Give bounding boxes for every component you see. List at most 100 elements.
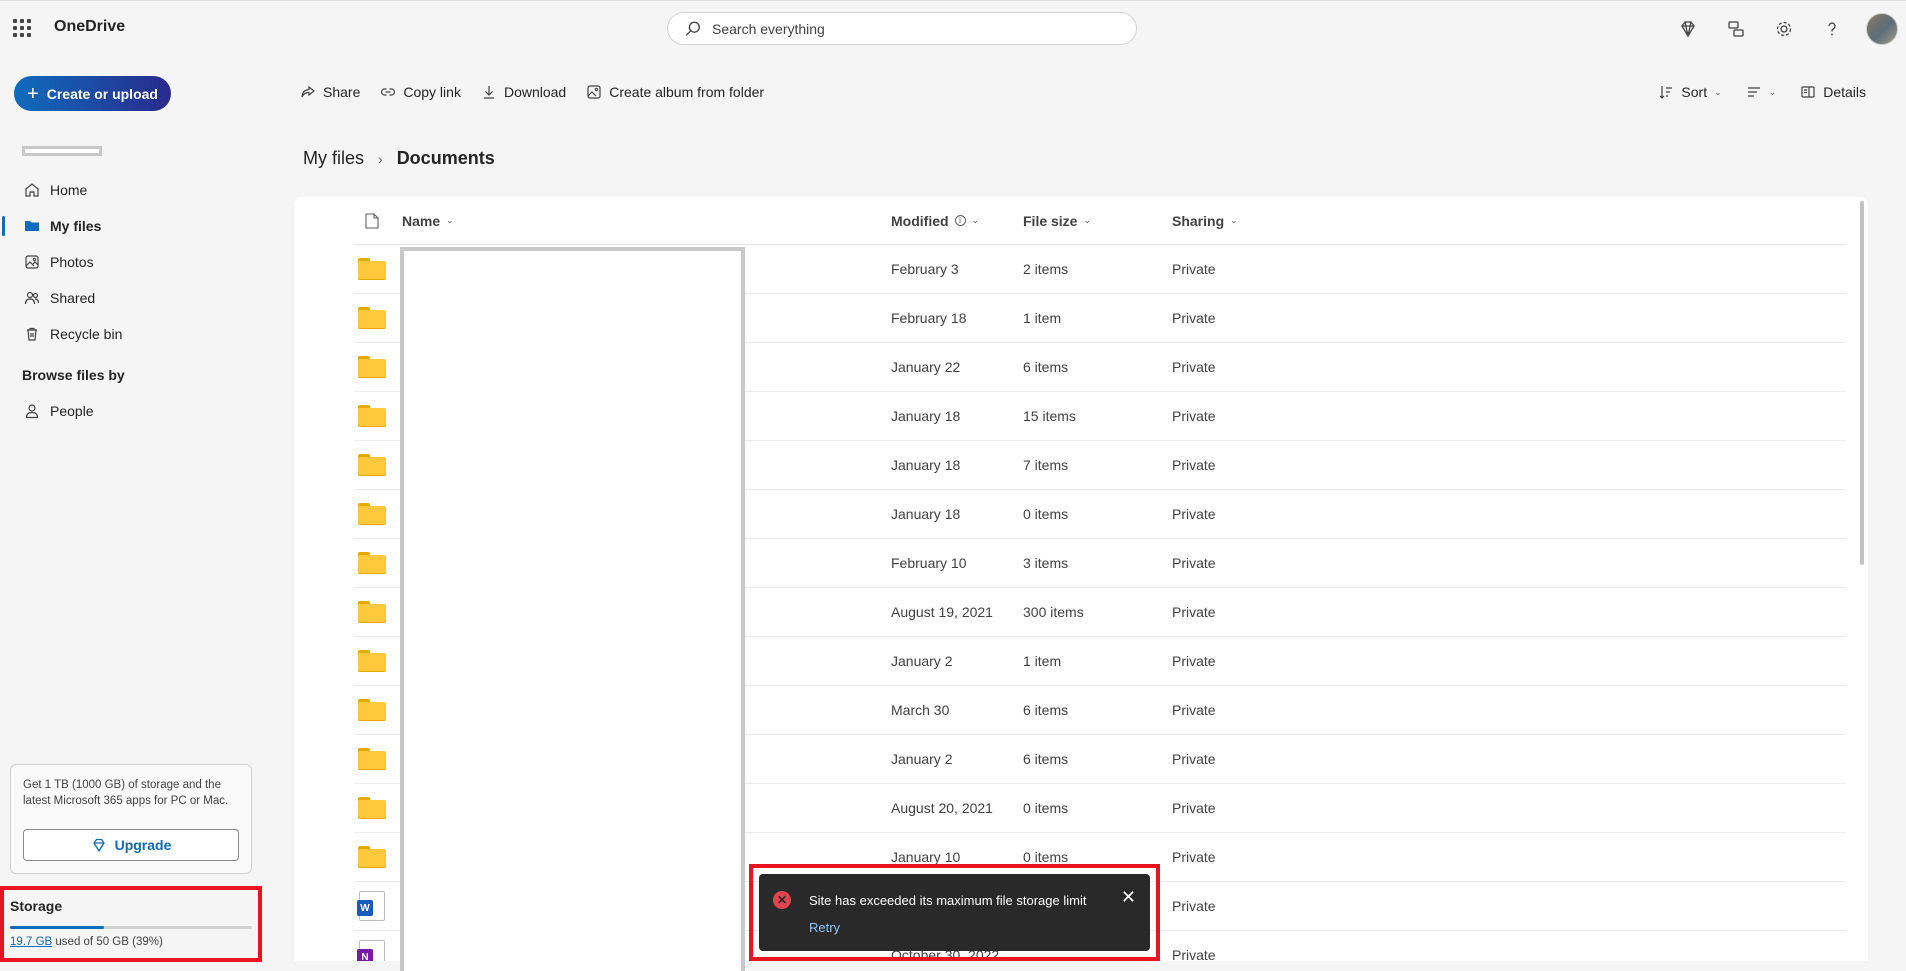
copy-link-button[interactable]: Copy link (380, 84, 461, 100)
file-size-cell: 0 items (1023, 506, 1069, 522)
modified-cell: March 30 (891, 702, 950, 718)
modified-cell: January 2 (891, 751, 953, 767)
sharing-cell: Private (1172, 261, 1216, 277)
nav-item-my-files[interactable]: My files (0, 208, 270, 244)
app-title[interactable]: OneDrive (54, 18, 125, 36)
modified-cell: August 19, 2021 (891, 604, 993, 620)
file-type-column-header[interactable] (354, 212, 390, 229)
share-icon (301, 85, 315, 98)
retry-link[interactable]: Retry (809, 920, 840, 935)
nav-item-people[interactable]: People (0, 393, 270, 429)
view-options-button[interactable]: ⌄ (1746, 84, 1776, 100)
name-column-header[interactable]: Name ⌄ (402, 213, 454, 229)
list-scrollbar[interactable] (1860, 201, 1864, 565)
search-input[interactable] (712, 20, 1112, 37)
modified-cell: January 18 (891, 506, 961, 522)
sharing-header-label: Sharing (1172, 212, 1225, 229)
nav-item-label: My files (50, 218, 102, 234)
file-size-cell: 0 items (1023, 849, 1069, 865)
nav-item-photos[interactable]: Photos (0, 244, 270, 280)
nav-item-label: Recycle bin (50, 326, 123, 342)
storage-used-link[interactable]: 19.7 GB (10, 936, 52, 948)
modified-cell: January 10 (891, 849, 961, 865)
avatar[interactable] (1866, 13, 1898, 45)
name-header-label: Name (402, 212, 441, 229)
help-icon[interactable] (1808, 1, 1856, 57)
download-label: Download (503, 84, 567, 100)
plus-icon: + (27, 82, 39, 105)
nav-item-label: Home (50, 182, 88, 198)
create-or-upload-button[interactable]: + Create or upload (14, 76, 171, 111)
modified-cell: February 18 (891, 310, 967, 326)
upgrade-promo: Get 1 TB (1000 GB) of storage and the la… (10, 764, 252, 874)
sharing-cell: Private (1172, 947, 1216, 961)
storage-meter (10, 926, 252, 929)
file-size-cell: 7 items (1023, 457, 1069, 473)
nav-item-home[interactable]: Home (0, 172, 270, 208)
file-size-cell: 300 items (1023, 604, 1084, 620)
settings-gear-icon[interactable] (1760, 1, 1808, 57)
chevron-down-icon: ⌄ (446, 215, 454, 225)
search-box[interactable] (667, 12, 1137, 45)
word-document-icon: W (354, 891, 390, 921)
storage-usage-text: 19.7 GB used of 50 GB (39%) (10, 936, 252, 948)
folder-icon (354, 552, 390, 574)
sharing-cell: Private (1172, 408, 1216, 424)
share-button[interactable]: Share (300, 84, 360, 100)
breadcrumb-my-files[interactable]: My files (303, 148, 364, 169)
person-icon (25, 404, 39, 419)
left-nav: Home My files Photos Shared Recycle bin (0, 172, 270, 352)
info-icon[interactable]: i (954, 215, 966, 226)
sort-label: Sort (1681, 84, 1708, 100)
chevron-down-icon: ⌄ (1083, 215, 1092, 225)
sharing-cell: Private (1172, 359, 1216, 375)
folder-icon (354, 650, 390, 672)
nav-item-label: People (50, 403, 94, 419)
sharing-cell: Private (1172, 604, 1216, 620)
sharing-column-header[interactable]: Sharing ⌄ (1172, 213, 1238, 229)
folder-icon (354, 846, 390, 868)
modified-column-header[interactable]: Modified i ⌄ (891, 213, 979, 229)
folder-icon (354, 258, 390, 280)
modified-cell: February 10 (891, 555, 967, 571)
modified-cell: January 2 (891, 653, 953, 669)
file-size-cell: 15 items (1023, 408, 1076, 424)
modified-header-label: Modified (891, 212, 949, 229)
folder-icon (354, 748, 390, 770)
file-size-cell: 6 items (1023, 359, 1069, 375)
premium-diamond-icon[interactable] (1664, 1, 1712, 57)
upgrade-button[interactable]: Upgrade (23, 829, 239, 861)
people-icon (24, 291, 40, 305)
file-size-column-header[interactable]: File size ⌄ (1023, 213, 1091, 229)
folder-icon (354, 307, 390, 329)
modified-cell: August 20, 2021 (891, 800, 993, 816)
app-launcher-icon[interactable] (13, 19, 31, 37)
link-icon (381, 88, 396, 96)
chevron-down-icon: ⌄ (1230, 215, 1238, 225)
file-icon (365, 212, 379, 229)
toast-message: Site has exceeded its maximum file stora… (809, 893, 1087, 908)
download-button[interactable]: Download (481, 84, 566, 100)
diamond-icon (92, 838, 105, 853)
file-size-header-label: File size (1023, 212, 1078, 229)
create-album-button[interactable]: Create album from folder (586, 84, 764, 100)
file-size-cell: 1 item (1023, 310, 1062, 326)
feedback-icon[interactable] (1712, 1, 1760, 57)
create-or-upload-label: Create or upload (46, 85, 158, 102)
photos-icon (25, 255, 39, 269)
nav-item-recycle-bin[interactable]: Recycle bin (0, 316, 270, 352)
folder-icon (354, 405, 390, 427)
details-button[interactable]: Details (1800, 84, 1866, 100)
folder-icon (354, 356, 390, 378)
browse-nav: People (0, 393, 270, 429)
sort-button[interactable]: Sort ⌄ (1658, 84, 1722, 100)
sharing-cell: Private (1172, 555, 1216, 571)
file-size-cell: 6 items (1023, 751, 1069, 767)
nav-item-label: Photos (50, 254, 94, 270)
folder-icon (354, 601, 390, 623)
close-icon[interactable]: ✕ (1121, 887, 1136, 908)
file-size-cell: 1 item (1023, 653, 1062, 669)
nav-item-shared[interactable]: Shared (0, 280, 270, 316)
top-bar: OneDrive (0, 0, 1906, 56)
list-header: Name ⌄ Modified i ⌄ File size ⌄ Sharing … (354, 197, 1846, 245)
